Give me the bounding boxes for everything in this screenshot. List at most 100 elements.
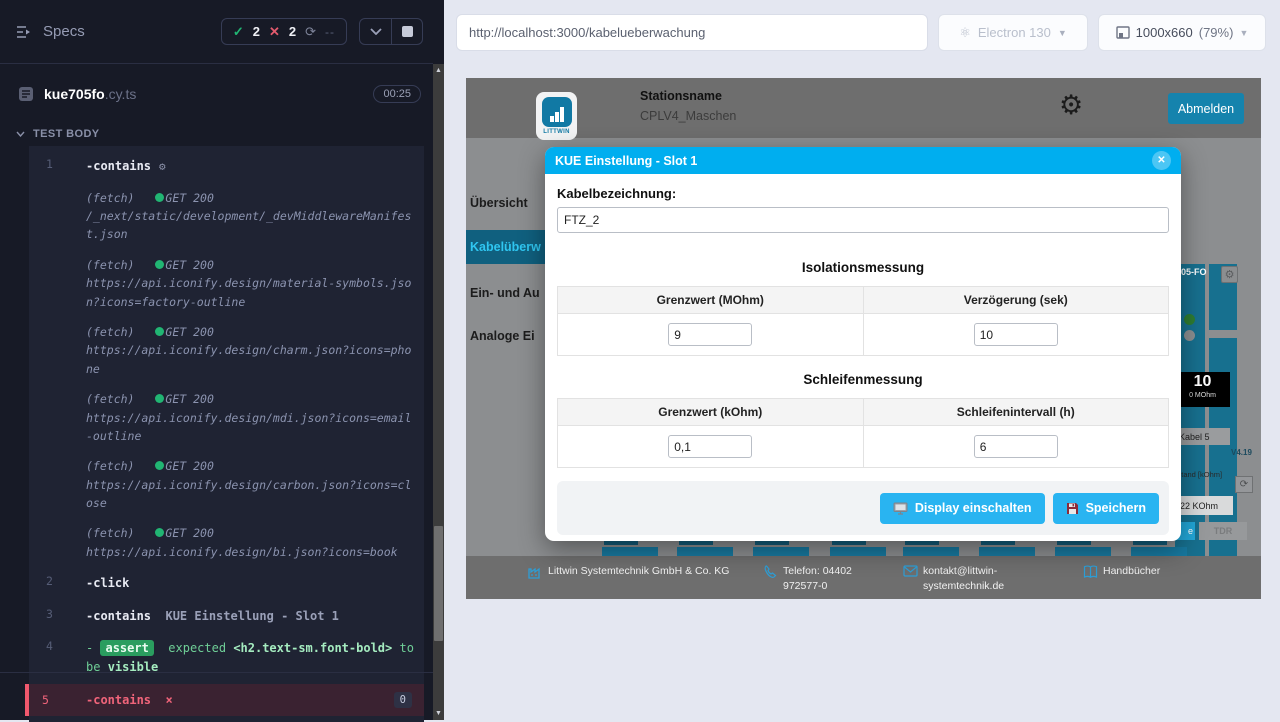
url-bar[interactable]: http://localhost:3000/kabelueberwachung [456,14,928,51]
footer-company: Littwin Systemtechnik GmbH & Co. KG [548,564,729,579]
nav-kabelueberwachung-active[interactable]: Kabelüberw [466,230,554,264]
scrollbar-thumb[interactable] [434,526,443,641]
footer-email[interactable]: kontakt@littwin-systemtechnik.de [923,564,1018,594]
verzoegerung-sek-input[interactable] [974,323,1058,346]
app-viewport: LITTWIN Stationsname CPLV4_Maschen ⚙ Abm… [466,78,1261,599]
assert-target: <h2.text-sm.font-bold> [233,641,392,655]
close-icon[interactable]: ✕ [1152,151,1171,170]
fetch-log-row: (fetch) GET 200 https://api.iconify.desi… [29,317,424,384]
spec-name: kue705fo [44,86,105,102]
refresh-icon[interactable]: ⟳ [1235,476,1253,493]
fetch-log-row: (fetch) GET 200 https://api.iconify.desi… [29,384,424,451]
display-einschalten-label: Display einschalten [915,501,1032,515]
stop-button[interactable] [391,19,422,44]
fetch-log-row: (fetch) GET 200 https://api.iconify.desi… [29,518,424,567]
test-body-label: TEST BODY [33,128,100,140]
command-line-number: 1 [29,157,86,176]
modal-title: KUE Einstellung - Slot 1 [555,154,697,168]
grenzwert-mohm-input[interactable] [668,323,752,346]
grenzwert-kohm-input[interactable] [668,435,752,458]
url-text: http://localhost:3000/kabelueberwachung [469,25,705,40]
kue-settings-modal: KUE Einstellung - Slot 1 ✕ Kabelbezeichn… [545,147,1181,541]
display-einschalten-button[interactable]: Display einschalten [880,493,1045,524]
collapse-button[interactable] [360,19,391,44]
viewport-icon [1116,26,1130,39]
tab-tdr[interactable]: TDR [1199,522,1247,540]
pending-count: -- [325,25,335,39]
display-unit: 0 MOhm [1175,392,1230,399]
command-gear-icon: ⚙ [159,160,166,173]
logout-button[interactable]: Abmelden [1168,93,1244,124]
command-click[interactable]: 2 -click [29,567,424,600]
fetch-url: https://api.iconify.design/bi.json?icons… [86,545,398,559]
spec-file-icon [18,86,34,102]
command-contains-1[interactable]: 1 -contains⚙ [29,150,424,183]
device-gear-icon[interactable]: ⚙ [1221,266,1238,283]
scroll-down-icon[interactable]: ▼ [433,707,444,720]
modal-footer: Display einschalten Speichern [557,481,1169,535]
station-name-label: Stationsname [640,89,722,103]
fetch-log-row: (fetch) GET 200 https://api.iconify.desi… [29,451,424,518]
station-name-value: CPLV4_Maschen [640,109,736,123]
col-verzoegerung-sek: Verzögerung (sek) [863,287,1169,313]
viewport-selector[interactable]: 1000x660 (79%) ▼ [1098,14,1266,51]
display-value: 10 [1175,372,1230,392]
status-ok-dot [155,327,164,336]
spec-file-row[interactable]: kue705fo .cy.ts 00:25 [0,76,433,112]
nav-ein-und-ausgaenge[interactable]: Ein- und Au [470,286,540,300]
settings-gear-icon[interactable]: ⚙ [1059,92,1083,119]
command-name: -click [86,574,416,593]
command-assert[interactable]: 4 - assert expected <h2.text-sm.font-bol… [29,632,424,683]
schleifenintervall-h-input[interactable] [974,435,1058,458]
speichern-button[interactable]: Speichern [1053,493,1159,524]
isolationsmessung-title: Isolationsmessung [557,260,1169,275]
stop-icon [402,26,413,37]
kabelbezeichnung-input[interactable] [557,207,1169,233]
command-contains-failed[interactable]: 5 -contains × 0 [25,684,424,716]
command-line-number: 3 [29,607,86,626]
chevron-down-icon: ▼ [1058,28,1067,38]
browser-selector[interactable]: ⚛ Electron 130 ▼ [938,14,1088,51]
fetch-url: https://api.iconify.design/carbon.json?i… [86,478,411,510]
modal-header: KUE Einstellung - Slot 1 ✕ [545,147,1181,174]
nav-analoge-eingaenge[interactable]: Analoge Ei [470,329,535,343]
fetch-url: https://api.iconify.design/mdi.json?icon… [86,411,411,443]
isolationsmessung-table: Grenzwert (MOhm) Verzögerung (sek) [557,286,1169,356]
viewport-size: 1000x660 [1136,25,1193,40]
app-header: LITTWIN Stationsname CPLV4_Maschen ⚙ Abm… [466,78,1261,138]
littwin-logo-icon [542,97,572,127]
status-ok-dot [155,528,164,537]
kohm-value: 22 KOhm [1175,496,1233,515]
footer-phone[interactable]: Telefon: 04402 972577-0 [783,564,891,594]
kue-device-panel: 705-FO ⚙ 10 0 MOhm Kabel 5 V4.19 rstand … [1175,264,1261,556]
run-controls [359,18,423,45]
factory-icon [528,565,543,579]
status-ok-dot [155,260,164,269]
col-grenzwert-mohm: Grenzwert (MOhm) [558,287,863,313]
fetch-url: /_next/static/development/_devMiddleware… [86,209,411,241]
reporter-scrollbar[interactable]: ▲ ▼ [433,64,444,720]
test-stats: ✓ 2 ✕ 2 ⟳ -- [221,18,347,45]
phone-icon [763,565,778,594]
command-contains-2[interactable]: 3 -contains KUE Einstellung - Slot 1 [29,600,424,633]
footer-manuals-link[interactable]: Handbücher [1103,564,1160,579]
nav-uebersicht[interactable]: Übersicht [470,196,528,210]
cypress-reporter-panel: Specs ✓ 2 ✕ 2 ⟳ -- kue705fo .cy.ts 00:25… [0,0,444,720]
device-display: 10 0 MOhm [1175,372,1230,407]
test-body-header[interactable]: TEST BODY [0,124,433,144]
kabel-chip: Kabel 5 [1175,428,1230,445]
scroll-up-icon[interactable]: ▲ [433,64,444,77]
fetch-url: https://api.iconify.design/material-symb… [86,276,411,308]
logo-text: LITTWIN [543,129,569,135]
monitor-icon [893,502,908,515]
specs-label[interactable]: Specs [43,23,85,40]
save-floppy-icon [1066,502,1079,515]
fail-x-icon: × [165,693,172,707]
specs-menu-icon[interactable] [16,25,33,39]
littwin-logo: LITTWIN [536,92,577,140]
browser-name: Electron 130 [978,25,1051,40]
command-log: 1 -contains⚙ (fetch) GET 200 /_next/stat… [29,146,424,722]
passed-count: 2 [253,24,260,39]
col-schleifenintervall-h: Schleifenintervall (h) [863,399,1169,425]
pending-icon: ⟳ [305,24,316,40]
